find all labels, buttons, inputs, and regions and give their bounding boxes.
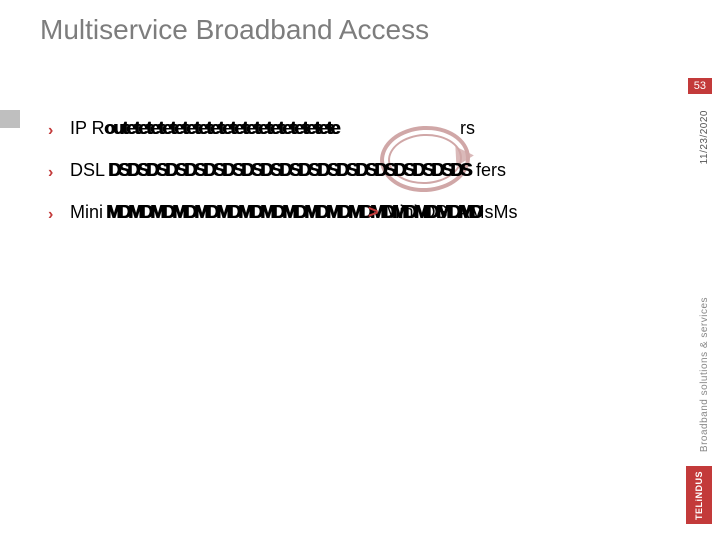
accent-mark <box>0 110 20 128</box>
chevron-icon: > <box>368 202 379 222</box>
bullet-row-2: › DSL DSDSDSDSDSDSDSDSDSDSDSDSDSDSDSDSDS… <box>48 160 660 188</box>
tagline: Broadband solutions & services <box>699 297 710 452</box>
slide: Multiservice Broadband Access 53 11/23/2… <box>0 0 720 540</box>
bullet-row-1: › IP R outetetetetetetetetetetetetetetet… <box>48 118 660 146</box>
chevron-icon: › <box>48 122 53 140</box>
brand-logo: TELiNDUS <box>686 466 712 524</box>
bullet-trail-3: >Mini DSLAMsMs <box>368 202 518 223</box>
bullet-trail-2: fers <box>476 160 506 181</box>
bullet-trail-1: rs <box>460 118 475 139</box>
slide-title: Multiservice Broadband Access <box>40 14 429 46</box>
chevron-icon: › <box>48 164 53 182</box>
bullet-row-3: › Mini MDMDMDMDMDMDMDMDMDMDMDMDMDMDMDMDM… <box>48 202 660 230</box>
content-area: › IP R outetetetetetetetetetetetetetetet… <box>48 118 660 244</box>
date-label: 11/23/2020 <box>699 110 710 164</box>
page-number: 53 <box>688 78 712 94</box>
chevron-icon: › <box>48 206 53 224</box>
